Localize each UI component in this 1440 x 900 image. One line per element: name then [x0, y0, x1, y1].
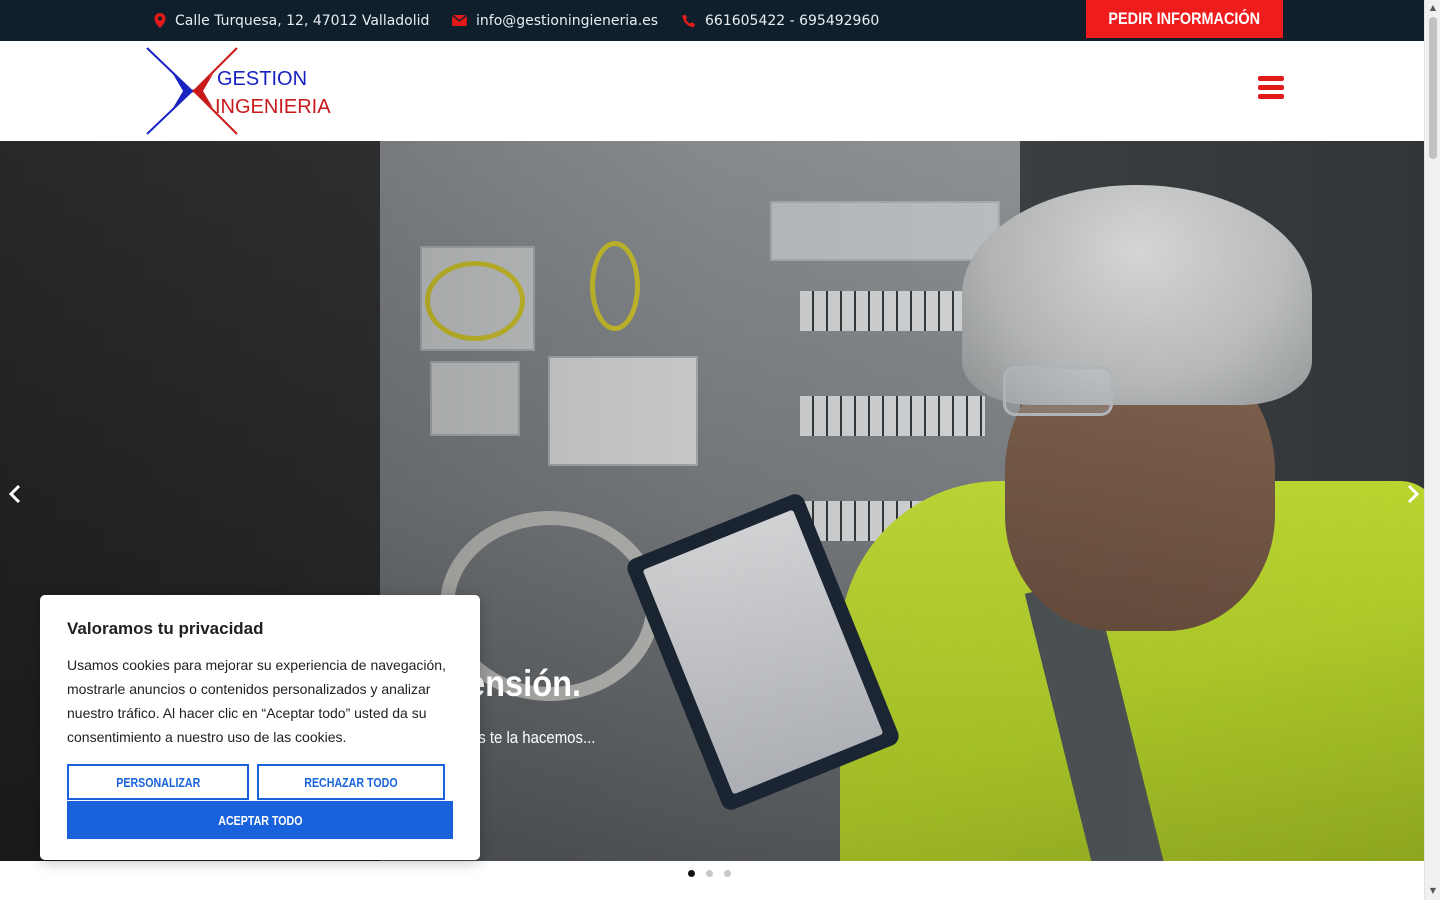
- hamburger-line: [1258, 76, 1284, 81]
- slider-dot-2[interactable]: [706, 870, 713, 877]
- phone-item[interactable]: 661605422 - 695492960: [682, 0, 879, 41]
- address-text: Calle Turquesa, 12, 47012 Valladolid: [175, 12, 430, 29]
- scrollbar-thumb[interactable]: [1429, 17, 1437, 159]
- cookie-consent-dialog: Valoramos tu privacidad Usamos cookies p…: [40, 595, 480, 860]
- chevron-left-icon[interactable]: [4, 482, 28, 506]
- slider-dot-1[interactable]: [688, 870, 695, 877]
- phone-icon: [682, 13, 695, 27]
- scroll-down-arrow-icon[interactable]: ▼: [1428, 886, 1438, 896]
- cookie-title: Valoramos tu privacidad: [67, 619, 264, 638]
- cookie-description: Usamos cookies para mejorar su experienc…: [67, 657, 446, 745]
- email-item[interactable]: info@gestioningieneria.es: [452, 0, 658, 41]
- reject-all-label: RECHAZAR TODO: [304, 774, 398, 790]
- request-info-label: PEDIR INFORMACIÓN: [1108, 9, 1261, 28]
- reject-all-button[interactable]: RECHAZAR TODO: [257, 764, 445, 800]
- customize-label: PERSONALIZAR: [115, 774, 201, 790]
- slider-dot-3[interactable]: [724, 870, 731, 877]
- address-item: Calle Turquesa, 12, 47012 Valladolid: [154, 0, 429, 41]
- hamburger-menu-icon[interactable]: [1258, 76, 1284, 100]
- top-info-bar: Calle Turquesa, 12, 47012 Valladolid inf…: [0, 0, 1424, 41]
- accept-all-label: ACEPTAR TODO: [217, 812, 303, 828]
- logo-text-gestion: GESTION: [217, 68, 308, 90]
- hamburger-line: [1258, 85, 1284, 90]
- request-info-button[interactable]: PEDIR INFORMACIÓN: [1086, 0, 1283, 38]
- hamburger-line: [1258, 94, 1284, 99]
- scroll-up-arrow-icon[interactable]: ▲: [1428, 3, 1438, 13]
- phone-link[interactable]: 661605422 - 695492960: [705, 13, 879, 29]
- accept-all-button[interactable]: ACEPTAR TODO: [67, 801, 453, 839]
- email-link[interactable]: info@gestioningieneria.es: [476, 13, 658, 29]
- chevron-right-icon[interactable]: [1400, 482, 1424, 506]
- site-header: GESTION INGENIERIA: [0, 41, 1424, 141]
- slider-pagination: [688, 870, 742, 877]
- map-pin-icon: [154, 13, 166, 28]
- logo[interactable]: GESTION INGENIERIA: [145, 46, 335, 136]
- envelope-icon: [452, 15, 467, 26]
- customize-button[interactable]: PERSONALIZAR: [67, 764, 249, 800]
- logo-mark-icon: [146, 47, 238, 135]
- page-scrollbar[interactable]: ▲ ▼: [1424, 0, 1440, 900]
- logo-text-ingenieria: INGENIERIA: [215, 96, 331, 118]
